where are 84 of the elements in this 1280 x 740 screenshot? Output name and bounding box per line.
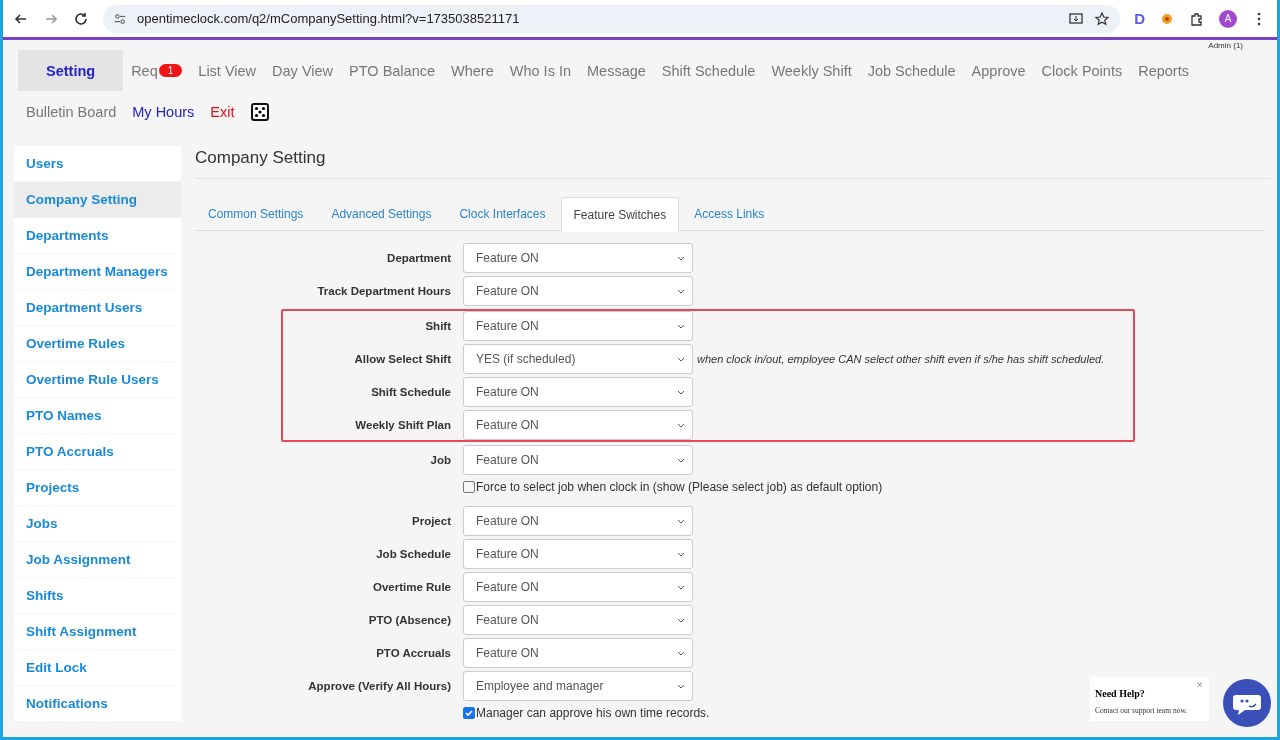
nav-tab[interactable]: Message bbox=[579, 50, 654, 91]
field-label: Allow Select Shift bbox=[353, 353, 451, 365]
sidebar-item[interactable]: Department Users bbox=[14, 290, 181, 325]
feature-dropdown[interactable]: Feature ON bbox=[463, 410, 693, 440]
field-label: Job Schedule bbox=[375, 548, 451, 560]
checkbox-label: Force to select job when clock in (show (Please select job) as default option) bbox=[476, 480, 883, 494]
sidebar-item[interactable]: Departments bbox=[14, 218, 181, 253]
field-label: PTO (Absence) bbox=[367, 614, 451, 626]
checkbox[interactable] bbox=[463, 481, 475, 493]
nav-tab[interactable]: PTO Balance bbox=[341, 50, 444, 91]
settings-tab[interactable]: Clock Interfaces bbox=[446, 197, 559, 230]
feature-dropdown[interactable]: Feature ON bbox=[463, 377, 693, 407]
address-bar[interactable]: opentimeclock.com/q2/mCompanySetting.html?v=1735038521171 bbox=[103, 4, 1121, 33]
nav-tab[interactable]: Exit bbox=[202, 91, 243, 132]
nav-tab[interactable]: Job Schedule bbox=[859, 50, 964, 91]
nav-tab[interactable]: Approve bbox=[963, 50, 1034, 91]
url-text: opentimeclock.com/q2/mCompanySetting.html?v=1735038521171 bbox=[137, 11, 521, 26]
dice-icon[interactable] bbox=[250, 102, 269, 121]
sidebar-item[interactable]: PTO Accruals bbox=[14, 434, 181, 469]
nav-tab[interactable]: Bulletin Board bbox=[18, 91, 125, 132]
field-label: Weekly Shift Plan bbox=[354, 419, 451, 431]
puzzle-icon[interactable] bbox=[1189, 10, 1205, 27]
nav-tab[interactable]: Setting bbox=[18, 50, 124, 91]
sidebar-item[interactable]: Shift Assignment bbox=[14, 614, 181, 649]
feature-dropdown[interactable]: Feature ON bbox=[463, 506, 693, 536]
account-label: Admin (1) bbox=[1207, 40, 1244, 50]
feature-dropdown[interactable]: Feature ON bbox=[463, 572, 693, 602]
feature-dropdown[interactable]: Feature ON bbox=[463, 605, 693, 635]
settings-tab[interactable]: Advanced Settings bbox=[318, 197, 445, 230]
nav-tab[interactable]: Where bbox=[443, 50, 502, 91]
field-label: Shift Schedule bbox=[370, 386, 451, 398]
field-label: Approve (Verify All Hours) bbox=[307, 680, 451, 692]
nav-tab[interactable]: Reports bbox=[1130, 50, 1197, 91]
count-badge: 1 bbox=[158, 64, 183, 77]
field-label: Job bbox=[429, 454, 451, 466]
close-button[interactable]: × bbox=[1196, 678, 1203, 693]
star-icon[interactable] bbox=[1094, 10, 1111, 27]
sidebar-item[interactable]: Jobs bbox=[14, 506, 181, 541]
nav-tab[interactable]: Shift Schedule bbox=[653, 50, 764, 91]
site-settings-icon[interactable] bbox=[113, 11, 127, 26]
nav-tab[interactable]: Clock Points bbox=[1033, 50, 1131, 91]
sidebar-item[interactable]: Job Assignment bbox=[14, 542, 181, 577]
feature-dropdown[interactable]: Feature ON bbox=[463, 638, 693, 668]
feature-dropdown[interactable]: Employee and manager bbox=[463, 671, 693, 701]
checkbox[interactable] bbox=[463, 707, 475, 719]
field-label: PTO Accruals bbox=[375, 647, 451, 659]
sidebar-item[interactable]: Users bbox=[14, 146, 181, 181]
checkbox-label: Manager can approve his own time records. bbox=[476, 706, 710, 720]
profile-avatar[interactable]: A bbox=[1219, 9, 1237, 28]
sidebar-item[interactable]: Shifts bbox=[14, 578, 181, 613]
reload-icon[interactable] bbox=[73, 10, 89, 27]
nav-tab[interactable]: List View bbox=[190, 50, 265, 91]
feature-dropdown[interactable]: Feature ON bbox=[463, 539, 693, 569]
page-title: Company Setting bbox=[195, 146, 1270, 179]
nav-tab[interactable]: Weekly Shift bbox=[763, 50, 860, 91]
chat-icon[interactable] bbox=[1223, 679, 1271, 727]
field-label: Department bbox=[386, 252, 451, 264]
settings-tab[interactable]: Access Links bbox=[681, 197, 778, 230]
feature-dropdown[interactable]: Feature ON bbox=[463, 243, 693, 273]
feature-dropdown[interactable]: Feature ON bbox=[463, 445, 693, 475]
feature-dropdown[interactable]: Feature ON bbox=[463, 311, 693, 341]
sidebar-item[interactable]: Department Managers bbox=[14, 254, 181, 289]
sidebar-item[interactable]: Edit Lock bbox=[14, 650, 181, 685]
feature-dropdown[interactable]: YES (if scheduled) bbox=[463, 344, 693, 374]
field-label: Shift bbox=[424, 320, 451, 332]
nav-tab[interactable]: My Hours bbox=[124, 91, 203, 132]
nav-tab[interactable]: Who Is In bbox=[501, 50, 579, 91]
sidebar-item[interactable]: Projects bbox=[14, 470, 181, 505]
install-icon[interactable] bbox=[1068, 10, 1085, 27]
field-label: Overtime Rule bbox=[372, 581, 451, 593]
sidebar-item[interactable]: Overtime Rule Users bbox=[14, 362, 181, 397]
feature-dropdown[interactable]: Feature ON bbox=[463, 276, 693, 306]
help-note: when clock in/out, employee CAN select other shift even if s/he has shift scheduled. bbox=[697, 353, 1106, 365]
nav-tab[interactable]: Day View bbox=[264, 50, 342, 91]
field-label: Project bbox=[411, 515, 451, 527]
sidebar-item[interactable]: Company Setting bbox=[14, 182, 181, 217]
sidebar-item[interactable]: Notifications bbox=[14, 686, 181, 721]
sidebar-item[interactable]: Overtime Rules bbox=[14, 326, 181, 361]
help-title: Need Help? bbox=[1095, 688, 1145, 699]
settings-tab[interactable]: Feature Switches bbox=[560, 197, 680, 232]
field-label: Track Department Hours bbox=[316, 285, 451, 297]
sidebar-item[interactable]: PTO Names bbox=[14, 398, 181, 433]
extension-icon[interactable]: D bbox=[1134, 10, 1145, 27]
settings-tab[interactable]: Common Settings bbox=[195, 197, 317, 230]
